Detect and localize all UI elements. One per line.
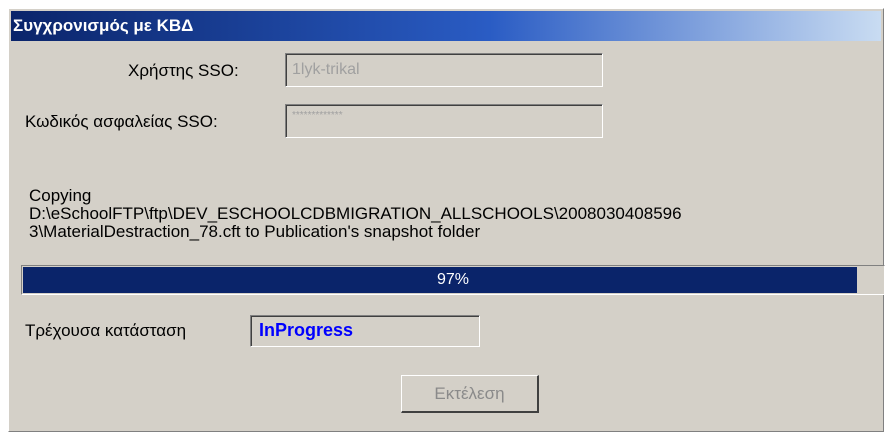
execute-button[interactable]: Εκτέλεση [401, 375, 539, 413]
sso-user-label: Χρήστης SSO: [128, 61, 239, 80]
message-line-3: 3\MaterialDestraction_78.cft to Publicat… [29, 222, 481, 241]
sso-password-field[interactable]: ************* [285, 104, 603, 138]
status-label: Τρέχουσα κατάσταση [25, 321, 187, 340]
status-value-field: InProgress [250, 315, 480, 347]
message-line-1: Copying [29, 186, 92, 205]
sso-password-label: Κωδικός ασφαλείας SSO: [25, 112, 218, 131]
sso-user-field[interactable]: 1lyk-trikal [285, 53, 603, 87]
window-title: Συγχρονισμός με ΚΒΔ [11, 11, 881, 41]
copy-status-message: Copying D:\eSchoolFTP\ftp\DEV_ESCHOOLCDB… [29, 187, 682, 241]
message-line-2: D:\eSchoolFTP\ftp\DEV_ESCHOOLCDBMIGRATIO… [29, 204, 682, 223]
progress-percent-text: 97% [436, 271, 470, 288]
progress-bar: 97% [21, 265, 885, 295]
sync-panel: Συγχρονισμός με ΚΒΔ Χρήστης SSO: 1lyk-tr… [8, 8, 885, 432]
